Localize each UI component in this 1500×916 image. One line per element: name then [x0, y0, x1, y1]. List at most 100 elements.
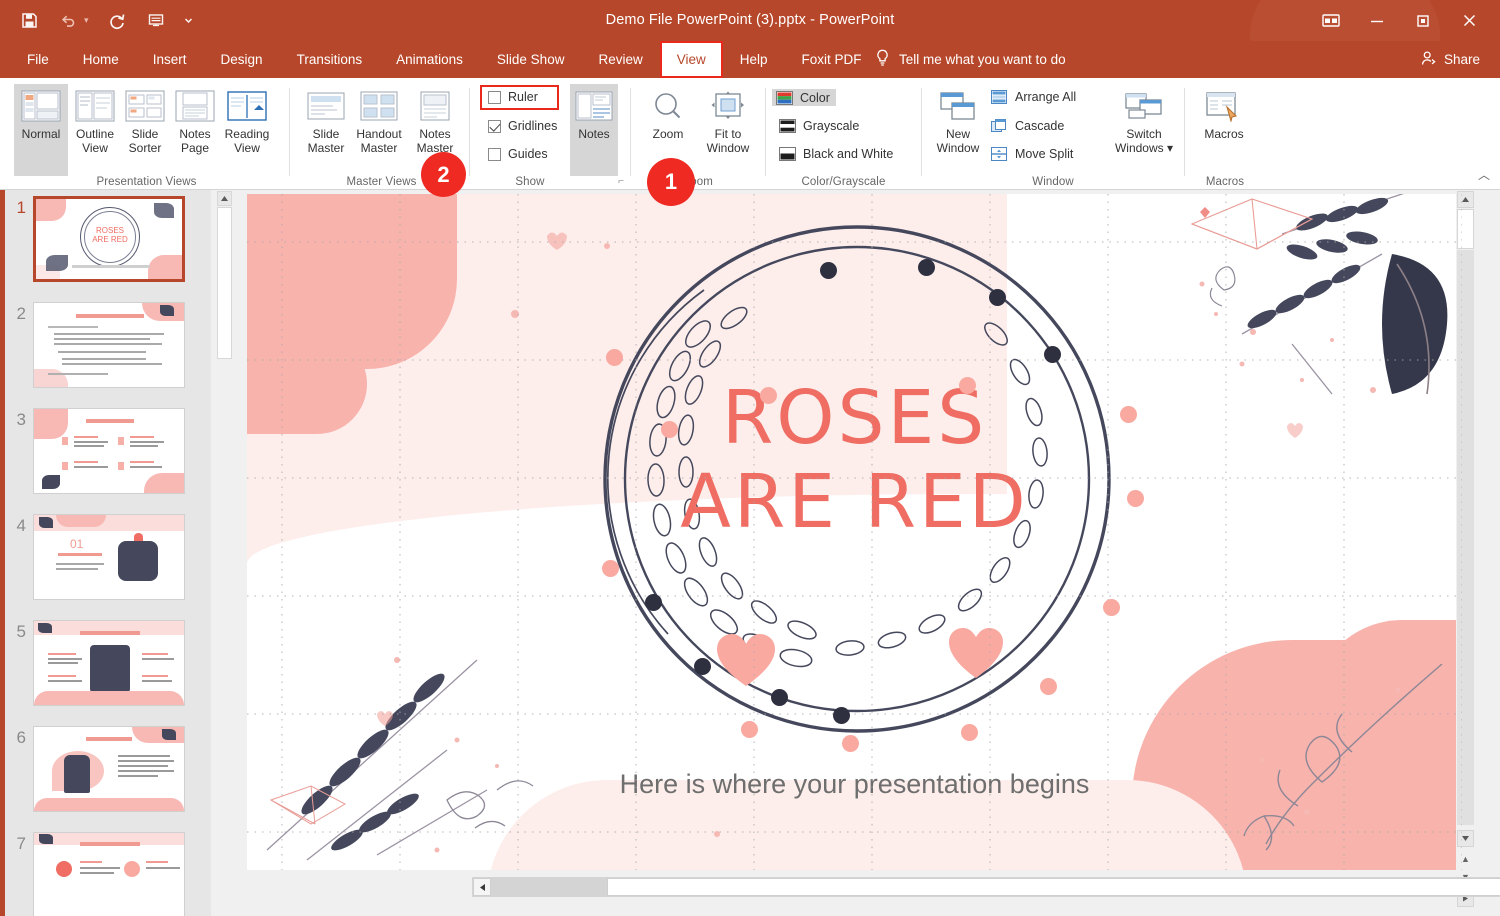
selection-handle[interactable] — [1120, 406, 1137, 423]
selection-handle[interactable] — [602, 560, 619, 577]
list-item[interactable]: 2 — [9, 302, 204, 388]
selection-handle[interactable] — [661, 421, 678, 438]
ruler-checkbox[interactable]: Ruler — [488, 90, 538, 104]
tab-animations[interactable]: Animations — [379, 41, 480, 78]
notes-page-button[interactable]: Notes Page — [168, 84, 222, 176]
switch-windows-button[interactable]: Switch Windows ▾ — [1110, 84, 1178, 176]
slide-thumbnail-panel[interactable]: 1 ROSES ARE RED 2 3 4 01 5 6 7 — [0, 190, 211, 916]
black-and-white-option[interactable]: Black and White — [778, 146, 893, 161]
selection-handle[interactable] — [961, 724, 978, 741]
selection-handle[interactable] — [918, 259, 935, 276]
slide-thumbnail-6[interactable] — [33, 726, 185, 812]
button-label: Zoom — [652, 127, 684, 141]
list-item[interactable]: 6 — [9, 726, 204, 812]
restore-icon[interactable] — [1400, 0, 1446, 41]
slide-horizontal-scrollbar[interactable] — [472, 877, 1500, 897]
share-button[interactable]: Share — [1421, 41, 1480, 78]
collapse-ribbon-icon[interactable]: ︿ — [1478, 166, 1490, 183]
active-slide[interactable]: ROSES ARE RED Here is where your present… — [247, 194, 1462, 870]
slide-thumbnail-5[interactable] — [33, 620, 185, 706]
scroll-up-icon[interactable] — [217, 191, 232, 206]
guides-checkbox[interactable]: Guides — [488, 147, 548, 161]
button-label: Slide — [131, 127, 159, 141]
grayscale-option[interactable]: Grayscale — [778, 118, 859, 133]
selection-handle[interactable] — [1103, 599, 1120, 616]
tab-file[interactable]: File — [10, 41, 66, 78]
list-item[interactable]: 5 — [9, 620, 204, 706]
slide-sorter-button[interactable]: Slide Sorter — [118, 84, 172, 176]
list-item[interactable]: 1 ROSES ARE RED — [9, 196, 204, 282]
selection-handle[interactable] — [1127, 490, 1144, 507]
tab-review[interactable]: Review — [581, 41, 659, 78]
arrange-all-item[interactable]: Arrange All — [990, 89, 1076, 104]
selection-handle[interactable] — [741, 721, 758, 738]
horizontal-scroll-thumb[interactable] — [607, 878, 1500, 896]
ruler-checkbox-box[interactable] — [488, 90, 501, 104]
macros-button[interactable]: Macros — [1197, 84, 1251, 176]
slide-thumbnail-4[interactable]: 01 — [33, 514, 185, 600]
ribbon-tab-row: File Home Insert Design Transitions Anim… — [0, 41, 1500, 78]
slide-thumbnail-3[interactable] — [33, 408, 185, 494]
new-window-button[interactable]: New Window — [927, 84, 989, 176]
tell-me-box[interactable]: Tell me what you want to do — [875, 41, 1066, 78]
selection-handle[interactable] — [606, 349, 623, 366]
close-icon[interactable] — [1446, 0, 1492, 41]
tab-home[interactable]: Home — [66, 41, 136, 78]
selection-handle[interactable] — [820, 262, 837, 279]
move-split-item[interactable]: Move Split — [990, 146, 1073, 161]
gridlines-label: Gridlines — [508, 119, 558, 133]
slide-thumbnail-2[interactable] — [33, 302, 185, 388]
tab-transitions[interactable]: Transitions — [280, 41, 380, 78]
tab-label: Transitions — [296, 52, 363, 67]
tab-design[interactable]: Design — [204, 41, 280, 78]
reading-view-button[interactable]: Reading View — [220, 84, 274, 176]
selection-handle[interactable] — [760, 387, 777, 404]
notes-page-icon — [174, 88, 216, 124]
list-item[interactable]: 4 01 — [9, 514, 204, 600]
tab-view[interactable]: View — [659, 41, 723, 78]
slide-panel-scrollbar[interactable] — [216, 190, 233, 916]
tab-slide-show[interactable]: Slide Show — [480, 41, 582, 78]
selection-handle[interactable] — [959, 377, 976, 394]
selection-handle[interactable] — [694, 658, 711, 675]
selection-handle[interactable] — [645, 594, 662, 611]
handout-master-button[interactable]: Handout Master — [352, 84, 406, 176]
selection-handle[interactable] — [989, 289, 1006, 306]
selection-handle[interactable] — [771, 689, 788, 706]
slide-thumbnail-1[interactable]: ROSES ARE RED — [33, 196, 185, 282]
selection-handle[interactable] — [1040, 678, 1057, 695]
list-item[interactable]: 7 — [9, 832, 204, 916]
selection-handle[interactable] — [1044, 346, 1061, 363]
outline-view-button[interactable]: Outline View — [68, 84, 122, 176]
slide-title[interactable]: ROSES ARE RED — [247, 376, 1462, 544]
outline-view-icon — [74, 88, 116, 124]
list-item[interactable]: 3 — [9, 408, 204, 494]
selection-handle[interactable] — [833, 707, 850, 724]
tab-label: Slide Show — [496, 52, 565, 67]
selection-handle[interactable] — [842, 735, 859, 752]
minimize-icon[interactable] — [1354, 0, 1400, 41]
slide-thumbnail-7[interactable] — [33, 832, 185, 916]
fit-to-window-button[interactable]: Fit to Window — [697, 84, 759, 176]
notes-button[interactable]: Notes — [570, 84, 618, 176]
gridlines-checkbox[interactable]: Gridlines — [488, 119, 557, 133]
ribbon-display-options-icon[interactable] — [1308, 0, 1354, 41]
tab-insert[interactable]: Insert — [136, 41, 204, 78]
cascade-item[interactable]: Cascade — [990, 118, 1064, 133]
slide-canvas: ROSES ARE RED Here is where your present… — [233, 190, 1500, 916]
button-label: Handout — [356, 127, 402, 141]
tab-help[interactable]: Help — [723, 41, 785, 78]
guides-checkbox-box[interactable] — [488, 147, 501, 161]
slide-master-button[interactable]: Slide Master — [299, 84, 353, 176]
gridlines-checkbox-box[interactable] — [488, 119, 501, 133]
slide-panel-scroll-thumb[interactable] — [217, 207, 232, 359]
show-dialog-launcher[interactable]: ⌐ — [618, 176, 624, 187]
slide-master-icon — [305, 88, 347, 124]
color-option[interactable]: Color — [772, 89, 836, 106]
slide-subtitle[interactable]: Here is where your presentation begins — [247, 769, 1462, 800]
tab-label: Animations — [396, 52, 463, 67]
tab-foxit-pdf[interactable]: Foxit PDF — [785, 41, 879, 78]
normal-view-button[interactable]: Normal — [14, 84, 68, 176]
tab-label: View — [676, 52, 706, 67]
scroll-left-icon[interactable] — [473, 878, 491, 896]
